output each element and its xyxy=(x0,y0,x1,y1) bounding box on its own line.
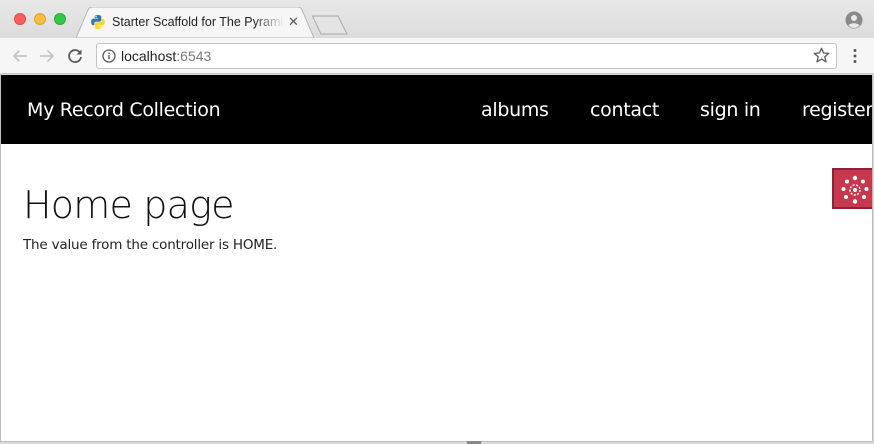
nav-link-sign-in[interactable]: sign in xyxy=(700,99,761,121)
controller-value-text: The value from the controller is HOME. xyxy=(23,237,278,253)
site-brand-link[interactable]: My Record Collection xyxy=(27,99,221,121)
debug-toolbar-button[interactable] xyxy=(832,168,872,209)
reload-icon[interactable] xyxy=(66,47,84,65)
pyramid-debug-toolbar-icon xyxy=(841,175,869,204)
window-minimize-button[interactable] xyxy=(34,13,46,25)
nav-link-register[interactable]: register xyxy=(802,99,872,121)
window-zoom-button[interactable] xyxy=(54,13,66,25)
window-close-button[interactable] xyxy=(14,13,26,25)
kebab-menu-icon[interactable] xyxy=(852,48,858,64)
profile-icon[interactable] xyxy=(845,11,863,29)
nav-link-albums[interactable]: albums xyxy=(481,99,549,121)
tab-title: Starter Scaffold for The Pyramid Web Fra… xyxy=(112,15,284,31)
info-icon[interactable] xyxy=(102,49,116,63)
address-url[interactable]: localhost:6543 xyxy=(121,48,211,64)
nav-link-contact[interactable]: contact xyxy=(590,99,659,121)
url-host: localhost xyxy=(121,48,177,64)
new-tab-button[interactable] xyxy=(312,15,348,35)
back-arrow-icon[interactable] xyxy=(11,47,29,65)
page-title: Home page xyxy=(23,183,235,227)
url-port: :6543 xyxy=(176,48,212,64)
site-navbar: My Record Collection albums contact sign… xyxy=(1,75,872,144)
tab-close-icon[interactable]: ✕ xyxy=(288,14,299,30)
forward-arrow-icon[interactable] xyxy=(38,47,56,65)
python-icon xyxy=(91,15,105,29)
page-viewport: My Record Collection albums contact sign… xyxy=(0,75,873,442)
star-icon[interactable] xyxy=(813,47,830,64)
